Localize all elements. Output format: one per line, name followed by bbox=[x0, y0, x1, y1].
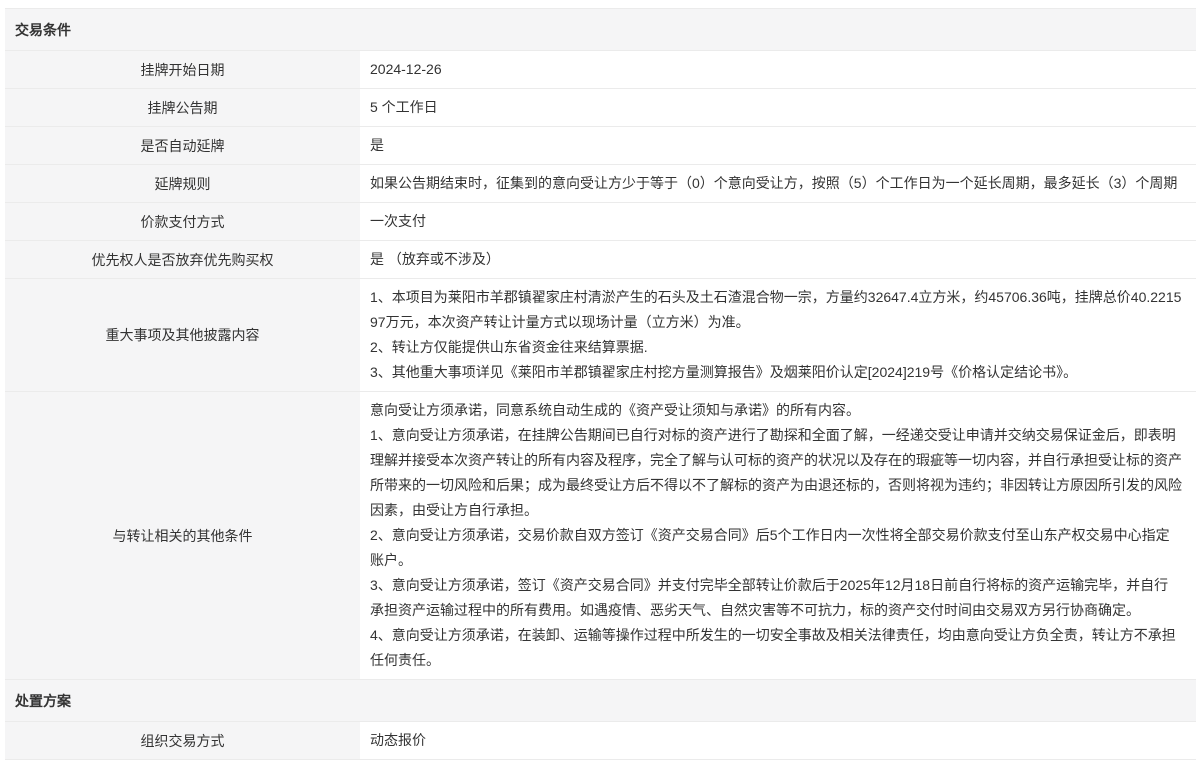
row-value: 1、本项目为莱阳市羊郡镇翟家庄村清淤产生的石头及土石渣混合物一宗，方量约3264… bbox=[360, 279, 1196, 391]
info-table: 交易条件 挂牌开始日期 2024-12-26 挂牌公告期 5 个工作日 是否自动… bbox=[5, 8, 1196, 760]
row-value: 是 bbox=[360, 127, 1196, 164]
row-value: 如果公告期结束时，征集到的意向受让方少于等于（0）个意向受让方，按照（5）个工作… bbox=[360, 165, 1196, 202]
row-label: 优先权人是否放弃优先购买权 bbox=[5, 241, 360, 278]
row-value: 2024-12-26 bbox=[360, 51, 1196, 88]
row-value: 意向受让方须承诺，同意系统自动生成的《资产受让须知与承诺》的所有内容。1、意向受… bbox=[360, 392, 1196, 679]
table-row: 优先权人是否放弃优先购买权 是 （放弃或不涉及） bbox=[5, 241, 1196, 279]
value-line: 如果公告期结束时，征集到的意向受让方少于等于（0）个意向受让方，按照（5）个工作… bbox=[370, 171, 1182, 196]
table-row: 与转让相关的其他条件 意向受让方须承诺，同意系统自动生成的《资产受让须知与承诺》… bbox=[5, 392, 1196, 680]
value-line: 3、其他重大事项详见《莱阳市羊郡镇翟家庄村挖方量测算报告》及烟莱阳价认定[202… bbox=[370, 360, 1182, 385]
row-label: 挂牌开始日期 bbox=[5, 51, 360, 88]
value-line: 3、意向受让方须承诺，签订《资产交易合同》并支付完毕全部转让价款后于2025年1… bbox=[370, 573, 1182, 623]
table-row: 重大事项及其他披露内容 1、本项目为莱阳市羊郡镇翟家庄村清淤产生的石头及土石渣混… bbox=[5, 279, 1196, 392]
table-row: 挂牌开始日期 2024-12-26 bbox=[5, 51, 1196, 89]
table-row: 挂牌公告期 5 个工作日 bbox=[5, 89, 1196, 127]
row-value: 是 （放弃或不涉及） bbox=[360, 241, 1196, 278]
row-label: 重大事项及其他披露内容 bbox=[5, 279, 360, 391]
value-line: 2、转让方仅能提供山东省资金往来结算票据. bbox=[370, 335, 1182, 360]
value-line: 是 bbox=[370, 133, 1182, 158]
value-line: 意向受让方须承诺，同意系统自动生成的《资产受让须知与承诺》的所有内容。 bbox=[370, 398, 1182, 423]
section-header: 交易条件 bbox=[5, 9, 1196, 51]
table-row: 价款支付方式 一次支付 bbox=[5, 203, 1196, 241]
section-header-label: 交易条件 bbox=[15, 22, 71, 38]
table-row: 组织交易方式 动态报价 bbox=[5, 722, 1196, 760]
section-header-label: 处置方案 bbox=[15, 693, 71, 709]
value-line: 1、本项目为莱阳市羊郡镇翟家庄村清淤产生的石头及土石渣混合物一宗，方量约3264… bbox=[370, 285, 1182, 335]
row-label: 价款支付方式 bbox=[5, 203, 360, 240]
value-line: 4、意向受让方须承诺，在装卸、运输等操作过程中所发生的一切安全事故及相关法律责任… bbox=[370, 623, 1182, 673]
value-line: 一次支付 bbox=[370, 209, 1182, 234]
row-value: 5 个工作日 bbox=[360, 89, 1196, 126]
row-label: 与转让相关的其他条件 bbox=[5, 392, 360, 679]
row-label: 挂牌公告期 bbox=[5, 89, 360, 126]
row-label: 延牌规则 bbox=[5, 165, 360, 202]
value-line: 是 （放弃或不涉及） bbox=[370, 247, 1182, 272]
value-line: 1、意向受让方须承诺，在挂牌公告期间已自行对标的资产进行了勘探和全面了解，一经递… bbox=[370, 423, 1182, 523]
row-label: 是否自动延牌 bbox=[5, 127, 360, 164]
row-value: 一次支付 bbox=[360, 203, 1196, 240]
value-line: 2024-12-26 bbox=[370, 57, 1182, 82]
table-row: 是否自动延牌 是 bbox=[5, 127, 1196, 165]
section-header: 处置方案 bbox=[5, 680, 1196, 722]
table-row: 延牌规则 如果公告期结束时，征集到的意向受让方少于等于（0）个意向受让方，按照（… bbox=[5, 165, 1196, 203]
value-line: 2、意向受让方须承诺，交易价款自双方签订《资产交易合同》后5个工作日内一次性将全… bbox=[370, 523, 1182, 573]
value-line: 5 个工作日 bbox=[370, 95, 1182, 120]
